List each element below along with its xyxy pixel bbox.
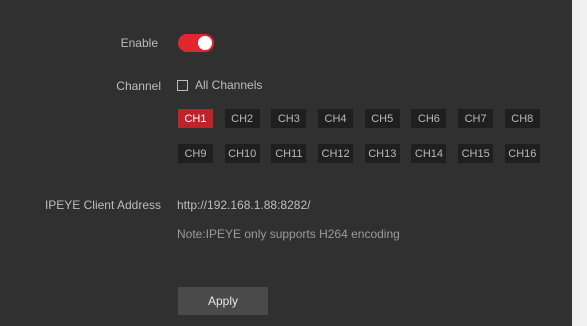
channel-button-ch6[interactable]: CH6 bbox=[411, 109, 447, 128]
channel-button-ch3[interactable]: CH3 bbox=[271, 109, 307, 128]
channel-button-ch13[interactable]: CH13 bbox=[364, 144, 400, 163]
channel-button-ch8[interactable]: CH8 bbox=[504, 109, 540, 128]
channel-button-ch7[interactable]: CH7 bbox=[458, 109, 494, 128]
channel-button-ch1[interactable]: CH1 bbox=[178, 109, 213, 128]
ipeye-address-value: http://192.168.1.88:8282/ bbox=[177, 198, 311, 212]
channel-button-ch2[interactable]: CH2 bbox=[224, 109, 260, 128]
all-channels-label: All Channels bbox=[195, 78, 263, 92]
channel-button-ch10[interactable]: CH10 bbox=[224, 144, 260, 163]
all-channels-checkbox[interactable]: All Channels bbox=[177, 78, 262, 92]
enable-toggle[interactable] bbox=[178, 34, 214, 52]
channel-label: Channel bbox=[116, 79, 161, 93]
channel-button-ch5[interactable]: CH5 bbox=[364, 109, 400, 128]
channel-button-ch11[interactable]: CH11 bbox=[271, 144, 307, 163]
checkbox-box[interactable] bbox=[177, 79, 188, 91]
channel-grid: CH1 CH2 CH3 CH4 CH5 CH6 CH7 CH8 CH9 CH10 CH11 CH12 C… bbox=[178, 109, 540, 163]
toggle-knob bbox=[198, 36, 212, 50]
apply-button[interactable]: Apply bbox=[178, 287, 268, 315]
enable-label: Enable bbox=[120, 36, 158, 50]
channel-button-ch4[interactable]: CH4 bbox=[318, 109, 354, 128]
channel-button-ch12[interactable]: CH12 bbox=[318, 144, 354, 163]
channel-button-ch16[interactable]: CH16 bbox=[504, 144, 540, 163]
channel-button-ch15[interactable]: CH15 bbox=[458, 144, 494, 163]
channel-button-ch14[interactable]: CH14 bbox=[411, 144, 447, 163]
settings-panel: Enable Channel All Channels CH1 CH2 CH3 CH4… bbox=[0, 0, 572, 326]
channel-button-ch9[interactable]: CH9 bbox=[178, 144, 213, 163]
ipeye-client-address-label: IPEYE Client Address bbox=[44, 198, 161, 212]
ipeye-note: Note:IPEYE only supports H264 encoding bbox=[177, 227, 400, 241]
